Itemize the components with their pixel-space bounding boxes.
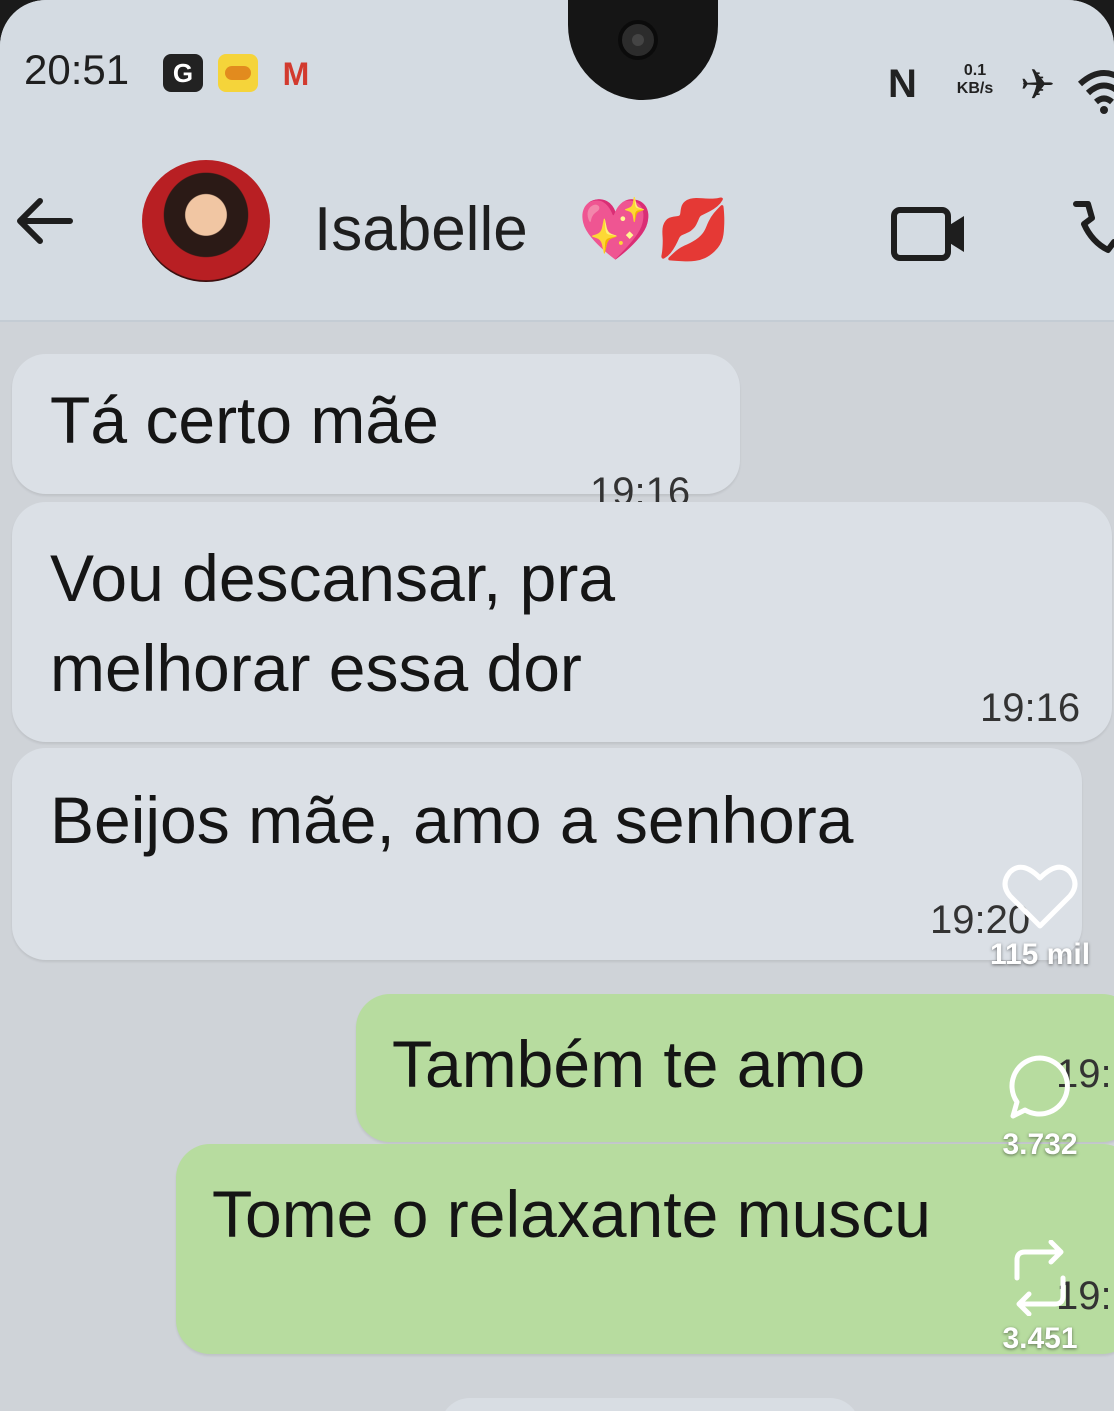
airplane-icon: ✈	[1020, 61, 1056, 108]
repost-control[interactable]: 3.451	[980, 1240, 1100, 1356]
video-call-icon[interactable]	[890, 204, 970, 264]
chat-area: Tá certo mãe 19:16 Vou descansar, pra me…	[0, 322, 1114, 1411]
message-bubble-partial	[440, 1398, 860, 1411]
comment-icon[interactable]	[1005, 1052, 1075, 1122]
message-bubble-incoming[interactable]: Tá certo mãe 19:16	[12, 354, 740, 514]
speed-value: 0.1	[963, 62, 987, 79]
message-text: Tome o relaxante muscu	[212, 1177, 932, 1251]
heart-icon[interactable]	[1002, 862, 1078, 932]
contact-avatar[interactable]	[142, 160, 270, 282]
contact-name[interactable]: Isabelle	[314, 194, 528, 265]
status-time: 20:51	[24, 46, 130, 93]
like-control[interactable]: 115 mil	[980, 862, 1100, 972]
front-camera	[618, 20, 658, 60]
message-text: Beijos mãe, amo a senhora	[50, 783, 854, 857]
repost-count: 3.451	[1002, 1322, 1078, 1355]
back-arrow-icon[interactable]	[10, 186, 80, 256]
comment-count: 3.732	[1002, 1128, 1078, 1161]
message-text: Também te amo	[392, 1027, 866, 1101]
phone-screen: 20:51 G M N 0.1 KB/s ✈ Isabelle 💖 💋 Tá c…	[0, 0, 1114, 1411]
sparkling-heart-emoji: 💖	[578, 196, 653, 263]
speed-unit: KB/s	[956, 80, 994, 97]
gmail-icon: M	[282, 56, 310, 92]
voice-call-icon[interactable]	[1064, 198, 1114, 268]
nfc-icon: N	[888, 62, 917, 106]
message-time: 19:16	[980, 686, 1081, 730]
message-bubble-incoming[interactable]: Beijos mãe, amo a senhora 19:20	[12, 748, 1082, 960]
comment-control[interactable]: 3.732	[980, 1052, 1100, 1162]
status-bar: 20:51 G M N 0.1 KB/s ✈	[0, 0, 1114, 120]
app-notification-icon	[218, 54, 258, 92]
repost-icon[interactable]	[1005, 1240, 1075, 1316]
message-bubble-outgoing[interactable]: Tome o relaxante muscu 19:	[176, 1144, 1114, 1354]
g-icon: G	[163, 54, 203, 92]
message-text-line2: melhorar essa dor	[50, 631, 582, 705]
wifi-icon	[1077, 70, 1114, 114]
message-text: Tá certo mãe	[50, 383, 439, 457]
message-text-line1: Vou descansar, pra	[50, 541, 616, 615]
message-bubble-incoming[interactable]: Vou descansar, pra melhorar essa dor 19:…	[12, 502, 1112, 742]
like-count: 115 mil	[989, 938, 1091, 971]
kiss-mark-emoji: 💋	[656, 196, 731, 263]
network-speed: 0.1 KB/s	[950, 62, 1000, 98]
chat-header: Isabelle 💖 💋	[0, 120, 1114, 322]
